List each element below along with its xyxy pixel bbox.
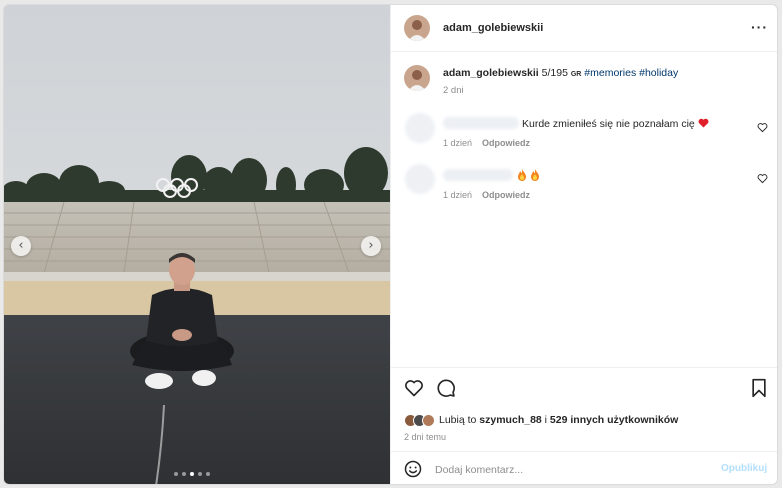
chevron-right-icon[interactable]: ›: [361, 236, 381, 256]
comment-username-redacted[interactable]: [443, 169, 513, 181]
more-icon[interactable]: ···: [751, 19, 768, 35]
avatar[interactable]: [404, 15, 430, 41]
comment-input[interactable]: [435, 461, 705, 479]
post-modal: ‹ › adam_golebiewskii ··· adam_golebiews…: [3, 4, 778, 485]
carousel-dot: [198, 472, 202, 476]
likes-summary: Lubią to szymuch_88 i 529 innych użytkow…: [404, 412, 678, 428]
comment-2: [517, 169, 540, 182]
like-comment-heart-icon[interactable]: [757, 122, 768, 133]
post-side-panel: adam_golebiewskii ··· adam_golebiewskii …: [390, 5, 777, 484]
post-author-username[interactable]: adam_golebiewskii: [443, 22, 543, 34]
fire-emoji: [530, 169, 539, 181]
stadium-photo: [4, 5, 390, 484]
like-comment-heart-icon[interactable]: [757, 173, 768, 184]
reply-button[interactable]: Odpowiedz: [482, 138, 530, 148]
flag-label: GR: [570, 71, 582, 78]
carousel-indicator: [174, 472, 210, 476]
heart-icon[interactable]: [404, 378, 424, 398]
post-header: adam_golebiewskii ···: [391, 5, 777, 52]
caption-username[interactable]: adam_golebiewskii: [443, 67, 539, 79]
comment-meta: 1 dzień Odpowiedz: [443, 138, 530, 148]
likes-text[interactable]: Lubią to szymuch_88 i 529 innych użytkow…: [439, 414, 678, 426]
likes-connector: i: [541, 414, 550, 426]
hashtag-holiday[interactable]: #holiday: [639, 67, 678, 79]
comment-avatar[interactable]: [405, 113, 435, 143]
hashtag-memories[interactable]: #memories: [584, 67, 636, 79]
caption-avatar[interactable]: [404, 65, 430, 91]
comment-1: Kurde zmieniłeś się nie poznałam cię: [522, 118, 709, 130]
bookmark-icon[interactable]: [750, 378, 768, 398]
liker-username[interactable]: szymuch_88: [479, 414, 541, 426]
comment-icon[interactable]: [436, 378, 456, 398]
carousel-dot: [206, 472, 210, 476]
caption: adam_golebiewskii 5/195 GR #memories #ho…: [443, 67, 678, 79]
fire-emoji: [518, 169, 526, 181]
liker-avatar: [422, 413, 435, 427]
comment-avatar[interactable]: [405, 164, 435, 194]
publish-button[interactable]: Opublikuj: [721, 463, 767, 474]
post-date: 2 dni temu: [404, 432, 447, 442]
caption-text: 5/195: [538, 67, 571, 79]
likes-prefix: Lubią to: [439, 414, 480, 426]
red-heart-emoji: [698, 118, 709, 128]
emoji-icon[interactable]: [404, 460, 422, 478]
carousel-dot: [174, 472, 178, 476]
comment-timestamp: 1 dzień: [443, 138, 473, 148]
caption-timestamp: 2 dni: [443, 85, 464, 96]
carousel-dot: [190, 472, 194, 476]
post-photo[interactable]: ‹ ›: [4, 5, 390, 484]
comment-timestamp: 1 dzień: [443, 190, 473, 200]
post-actions: Lubią to szymuch_88 i 529 innych użytkow…: [391, 367, 777, 447]
carousel-dot: [182, 472, 186, 476]
comment-meta: 1 dzień Odpowiedz: [443, 190, 530, 200]
add-comment-bar: Opublikuj: [391, 451, 777, 484]
reply-button[interactable]: Odpowiedz: [482, 190, 530, 200]
comment-username-redacted[interactable]: [443, 117, 519, 129]
chevron-left-icon[interactable]: ‹: [11, 236, 31, 256]
likes-count[interactable]: 529 innych użytkowników: [550, 414, 678, 426]
comment-text: Kurde zmieniłeś się nie poznałam cię: [522, 118, 695, 130]
